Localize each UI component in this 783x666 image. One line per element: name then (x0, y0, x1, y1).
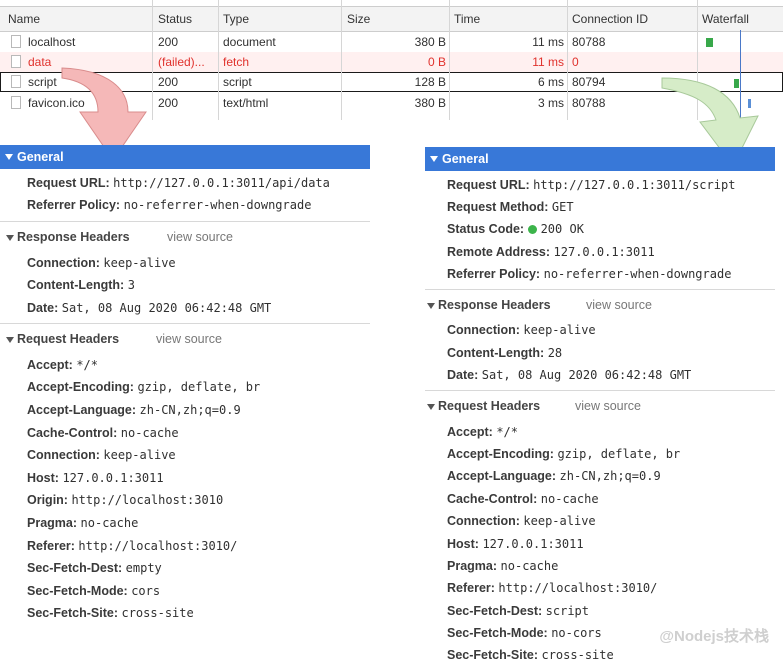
header-value: no-cache (540, 492, 599, 506)
section-title: General (442, 152, 489, 166)
header-row: Sec-Fetch-Site: cross-site (447, 648, 614, 662)
header-key: Accept: (447, 425, 493, 439)
header-value: cross-site (541, 648, 614, 662)
header-row: Referer: http://localhost:3010/ (447, 581, 657, 595)
header-key: Pragma: (447, 559, 498, 573)
header-value: 200 OK (540, 222, 584, 236)
header-key: Accept-Language: (447, 469, 557, 483)
view-source-link[interactable]: view source (586, 298, 652, 312)
header-value: no-referrer-when-downgrade (543, 267, 732, 281)
right-headers-pane: General Request URL: http://127.0.0.1:30… (0, 0, 783, 666)
header-row: Cache-Control: no-cache (447, 492, 599, 506)
header-key: Referrer Policy: (447, 267, 541, 281)
header-value: no-cors (551, 626, 602, 640)
header-row: Sec-Fetch-Mode: no-cors (447, 626, 602, 640)
header-row: Accept-Language: zh-CN,zh;q=0.9 (447, 469, 661, 483)
header-row: Accept: */* (447, 425, 518, 439)
header-row: Accept-Encoding: gzip, deflate, br (447, 447, 680, 461)
header-row: Sec-Fetch-Dest: script (447, 604, 589, 618)
header-key: Status Code: (447, 222, 525, 236)
header-value: http://127.0.0.1:3011/script (533, 178, 736, 192)
header-row: Status Code: 200 OK (447, 222, 584, 236)
header-value: gzip, deflate, br (557, 447, 681, 461)
header-key: Sec-Fetch-Site: (447, 648, 538, 662)
header-value: no-cache (500, 559, 559, 573)
header-row: Connection: keep-alive (447, 514, 596, 528)
expand-triangle-icon[interactable] (427, 303, 435, 309)
header-key: Accept-Encoding: (447, 447, 554, 461)
watermark: @Nodejs技术栈 (659, 628, 769, 645)
header-row: Host: 127.0.0.1:3011 (447, 537, 584, 551)
response-headers-title[interactable]: Response Headers (438, 298, 551, 312)
expand-triangle-icon (430, 156, 438, 162)
header-row: Request Method: GET (447, 200, 574, 214)
section-divider (425, 390, 775, 391)
header-row: Referrer Policy: no-referrer-when-downgr… (447, 267, 731, 281)
header-key: Connection: (447, 323, 520, 337)
header-value: http://localhost:3010/ (498, 581, 658, 595)
header-value: 28 (547, 346, 563, 360)
header-key: Request Method: (447, 200, 549, 214)
header-key: Content-Length: (447, 346, 545, 360)
header-row: Request URL: http://127.0.0.1:3011/scrip… (447, 178, 735, 192)
header-value: 127.0.0.1:3011 (482, 537, 584, 551)
header-key: Referer: (447, 581, 495, 595)
section-divider (425, 289, 775, 290)
view-source-link[interactable]: view source (575, 399, 641, 413)
header-key: Remote Address: (447, 245, 551, 259)
header-row: Pragma: no-cache (447, 559, 558, 573)
header-row: Content-Length: 28 (447, 346, 562, 360)
general-section-header[interactable]: General (425, 147, 775, 171)
header-row: Date: Sat, 08 Aug 2020 06:42:48 GMT (447, 368, 691, 382)
header-row: Remote Address: 127.0.0.1:3011 (447, 245, 655, 259)
header-value: 127.0.0.1:3011 (553, 245, 655, 259)
status-ok-dot-icon (527, 225, 537, 234)
header-key: Sec-Fetch-Mode: (447, 626, 548, 640)
header-row: Connection: keep-alive (447, 323, 596, 337)
header-value: keep-alive (523, 323, 596, 337)
header-value: zh-CN,zh;q=0.9 (559, 469, 661, 483)
header-key: Date: (447, 368, 479, 382)
expand-triangle-icon[interactable] (427, 404, 435, 410)
header-value: GET (551, 200, 574, 214)
request-headers-title[interactable]: Request Headers (438, 399, 540, 413)
header-key: Sec-Fetch-Dest: (447, 604, 543, 618)
header-value: keep-alive (523, 514, 596, 528)
header-key: Cache-Control: (447, 492, 538, 506)
header-key: Host: (447, 537, 479, 551)
header-key: Request URL: (447, 178, 530, 192)
header-value: */* (496, 425, 519, 439)
header-value: script (545, 604, 590, 618)
header-key: Connection: (447, 514, 520, 528)
header-value: Sat, 08 Aug 2020 06:42:48 GMT (481, 368, 692, 382)
